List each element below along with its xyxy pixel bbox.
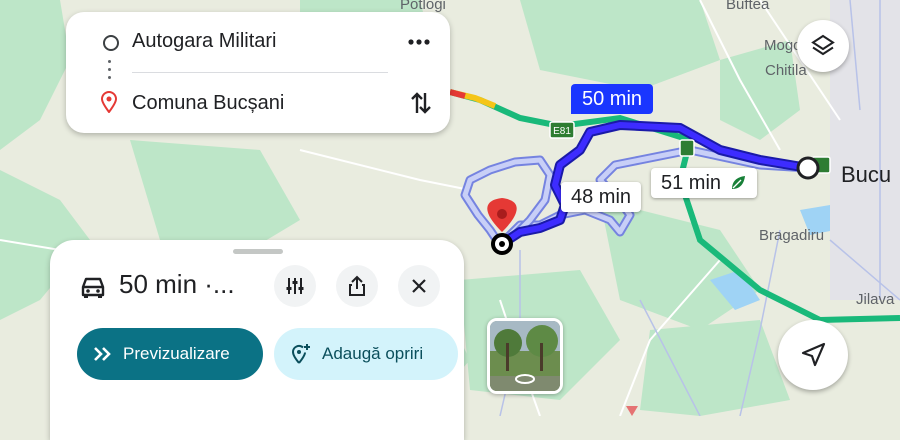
navigation-arrow-icon: [801, 342, 826, 367]
more-options-icon[interactable]: [407, 36, 431, 48]
route-time-alt-51[interactable]: 51 min: [651, 168, 757, 198]
route-time-alt-48-text: 48 min: [571, 186, 632, 208]
street-view-thumbnail[interactable]: [487, 318, 563, 394]
bottom-sheet: 50 min ·... Previzualizare Adaugă opriri: [50, 240, 464, 440]
trip-summary: 50 min ·...: [119, 269, 235, 299]
eco-leaf-icon: [731, 176, 745, 189]
place-label-bucuresti: Bucu: [841, 162, 892, 187]
route-card: Autogara Militari Comuna Bucșani: [66, 12, 450, 133]
preview-button[interactable]: Previzualizare: [77, 328, 263, 380]
origin-circle-icon: [103, 35, 119, 51]
preview-label: Previzualizare: [123, 344, 230, 363]
e81-shield: E81: [549, 121, 575, 139]
car-icon: [81, 277, 105, 298]
route-options-button[interactable]: [274, 265, 316, 307]
destination-pin-small-icon: [100, 91, 118, 113]
close-icon: [412, 279, 426, 293]
place-label-chitila: Chitila: [765, 62, 807, 79]
street-view-360-icon: [515, 374, 535, 384]
add-location-icon: [291, 344, 310, 364]
locate-button[interactable]: [778, 320, 848, 390]
place-label-bragadiru: Bragadiru: [759, 227, 825, 244]
layers-button[interactable]: [797, 20, 849, 72]
layers-icon: [811, 34, 835, 56]
destination-field[interactable]: Comuna Bucșani: [132, 92, 284, 115]
origin-field[interactable]: Autogara Militari: [132, 30, 277, 53]
close-button[interactable]: [398, 265, 440, 307]
swap-icon[interactable]: [409, 90, 433, 116]
add-stops-label: Adaugă opriri: [322, 344, 424, 363]
tune-icon: [286, 278, 304, 294]
share-button[interactable]: [336, 265, 378, 307]
double-chevron-icon: [94, 347, 111, 361]
route-time-alt-51-text: 51 min: [661, 172, 722, 194]
share-icon: [349, 275, 365, 296]
place-label-buftea: Buftea: [726, 0, 770, 13]
route-dots-icon: [108, 60, 112, 86]
origin-marker[interactable]: [796, 156, 820, 180]
road-shield: [679, 139, 695, 157]
svg-text:E81: E81: [553, 126, 571, 137]
route-time-selected[interactable]: 50 min: [571, 84, 654, 114]
place-label-mogo: Mogo: [764, 37, 802, 54]
place-label-jilava: Jilava: [856, 291, 895, 308]
traffic-red: [449, 89, 466, 99]
route-time-alt-48[interactable]: 48 min: [561, 182, 642, 212]
add-stops-button[interactable]: Adaugă opriri: [274, 328, 458, 380]
sheet-drag-handle[interactable]: [233, 249, 283, 254]
divider: [132, 72, 388, 73]
